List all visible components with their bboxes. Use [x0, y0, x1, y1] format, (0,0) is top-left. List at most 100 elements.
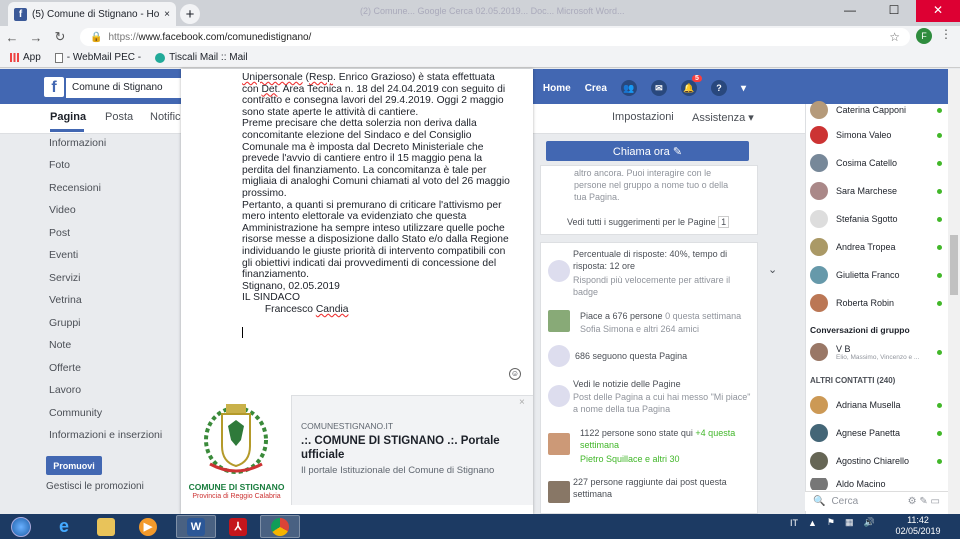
chat-contact[interactable]: Andrea Tropea: [810, 238, 942, 256]
group-chat[interactable]: V B Elio, Massimo, Vincenzo e ...: [810, 343, 942, 361]
left-nav-item[interactable]: Lavoro: [49, 384, 81, 396]
bookmark-star-icon[interactable]: ☆: [889, 30, 900, 44]
emoji-icon[interactable]: ☺: [509, 368, 521, 380]
close-tab-icon[interactable]: ×: [164, 9, 170, 20]
chat-contact[interactable]: Caterina Capponi: [810, 101, 942, 119]
acrobat-taskbar-button[interactable]: ⅄: [218, 515, 258, 538]
post-text-segment: Candia: [315, 303, 349, 315]
tab-notifiche[interactable]: Notific: [150, 111, 181, 123]
bookmark-webmail[interactable]: - WebMail PEC -: [54, 52, 141, 63]
chrome-taskbar-button[interactable]: [260, 515, 300, 538]
chat-contact[interactable]: Roberta Robin: [810, 294, 942, 312]
visits-week: +4 questa: [692, 428, 736, 438]
tab-impostazioni[interactable]: Impostazioni: [612, 111, 674, 123]
facebook-icon: f: [14, 7, 27, 21]
tab-assistenza[interactable]: Assistenza ▾: [692, 111, 754, 124]
back-icon[interactable]: ←: [0, 30, 24, 45]
text-caret: [242, 327, 243, 338]
online-dot: [937, 132, 942, 138]
windows-orb-icon: [11, 516, 31, 537]
nav-create[interactable]: Crea: [585, 83, 607, 94]
bookmark-tiscali[interactable]: Tiscali Mail :: Mail: [155, 52, 248, 63]
invite-text: persone nel gruppo a nome tuo o della: [574, 180, 729, 190]
url-input[interactable]: 🔒 https://www.facebook.com/comunedistign…: [80, 28, 910, 46]
chat-contact[interactable]: Agnese Panetta: [810, 424, 942, 442]
post-line: concomitante elezione del Sindaco e del …: [242, 130, 522, 142]
post-text-segment: migliaia di analoghi Comuni chiamati al …: [242, 176, 510, 188]
word-taskbar-button[interactable]: W: [176, 515, 216, 538]
close-preview-icon[interactable]: ×: [519, 397, 525, 408]
chat-contact[interactable]: Simona Valeo: [810, 126, 942, 144]
facebook-logo-icon[interactable]: f: [44, 77, 64, 97]
left-nav-item[interactable]: Foto: [49, 159, 70, 171]
promote-button[interactable]: Promuovi: [46, 456, 102, 475]
chat-contact[interactable]: Sara Marchese: [810, 182, 942, 200]
left-nav-item[interactable]: Informazioni e inserzioni: [49, 429, 162, 441]
notifications-icon[interactable]: 🔔 5: [680, 75, 702, 96]
messenger-icon[interactable]: ✉: [650, 80, 667, 96]
left-nav-item[interactable]: Offerte: [49, 362, 81, 374]
help-icon[interactable]: ?: [710, 80, 727, 96]
scrollbar-thumb[interactable]: [950, 235, 958, 295]
chat-contact[interactable]: Stefania Sgotto: [810, 210, 942, 228]
avatar: [810, 238, 828, 256]
manage-promotions-link[interactable]: Gestisci le promozioni: [46, 481, 144, 492]
chevron-down-icon[interactable]: ⌄: [768, 264, 777, 276]
tab-posta[interactable]: Posta: [105, 111, 133, 123]
suggestions-link[interactable]: Vedi tutti i suggerimenti per le Pagine …: [567, 216, 730, 228]
left-nav-item[interactable]: Vetrina: [49, 294, 82, 306]
network-icon[interactable]: ▦: [845, 517, 854, 528]
chat-contact[interactable]: Adriana Musella: [810, 396, 942, 414]
avatar: [810, 343, 828, 361]
ie-taskbar-button[interactable]: e: [44, 515, 84, 538]
explorer-taskbar-button[interactable]: [86, 515, 126, 538]
contact-name: Andrea Tropea: [836, 242, 896, 252]
forward-icon[interactable]: →: [24, 30, 48, 45]
reload-icon[interactable]: ↻: [48, 29, 72, 45]
online-dot: [937, 107, 942, 113]
maximize-button[interactable]: ☐: [872, 0, 916, 22]
chat-settings-icons[interactable]: ⚙ ✎ ▭: [908, 496, 940, 507]
avatar: [810, 478, 828, 490]
chat-contact[interactable]: Cosima Catello: [810, 154, 942, 172]
left-nav-item[interactable]: Recensioni: [49, 182, 101, 194]
internet-explorer-icon: e: [58, 516, 69, 536]
friends-icon[interactable]: 👥: [620, 80, 637, 96]
tab-pagina[interactable]: Pagina: [50, 111, 86, 132]
menu-arrow-icon[interactable]: ▾: [741, 83, 746, 94]
left-nav-item[interactable]: Informazioni: [49, 137, 106, 149]
chat-search-input[interactable]: 🔍 Cerca ⚙ ✎ ▭: [805, 491, 948, 511]
post-line: Pertanto, a quanti si premurano di criti…: [242, 200, 522, 212]
post-text-editor[interactable]: Unipersonale (Resp. Enrico Grazioso) è s…: [242, 72, 522, 315]
minimize-button[interactable]: —: [828, 0, 872, 22]
left-nav-item[interactable]: Video: [49, 204, 76, 216]
chat-contact[interactable]: Aldo Macino: [810, 478, 942, 490]
browser-tab[interactable]: f (5) Comune di Stignano - Home ×: [8, 2, 176, 26]
menu-dots-icon[interactable]: ⋮: [940, 27, 952, 41]
left-nav-item[interactable]: Post: [49, 227, 70, 239]
liked-pages-link[interactable]: Vedi le notizie delle Pagine: [573, 378, 681, 390]
left-nav-item[interactable]: Servizi: [49, 272, 81, 284]
new-tab-button[interactable]: +: [180, 4, 200, 24]
contact-name: Agostino Chiarello: [836, 456, 910, 466]
nav-home[interactable]: Home: [543, 83, 571, 94]
left-nav-item[interactable]: Community: [49, 407, 102, 419]
flag-icon[interactable]: ⚑: [827, 517, 835, 528]
chat-contact[interactable]: Agostino Chiarello: [810, 452, 942, 470]
left-nav-item[interactable]: Eventi: [49, 249, 78, 261]
profile-avatar[interactable]: F: [916, 28, 932, 44]
facebook-search-input[interactable]: Comune di Stignano: [66, 78, 186, 98]
bookmark-apps[interactable]: App: [10, 52, 41, 63]
language-indicator[interactable]: IT: [790, 518, 798, 528]
left-nav-item[interactable]: Note: [49, 339, 71, 351]
online-dot: [937, 402, 942, 408]
start-button[interactable]: [3, 514, 39, 539]
clock[interactable]: 11:42 02/05/2019: [893, 515, 943, 537]
left-nav-item[interactable]: Gruppi: [49, 317, 81, 329]
close-window-button[interactable]: ✕: [916, 0, 960, 22]
media-taskbar-button[interactable]: ▶: [128, 515, 168, 538]
call-now-button[interactable]: Chiama ora ✎: [546, 141, 749, 161]
show-hidden-icon[interactable]: ▲: [808, 518, 817, 528]
volume-icon[interactable]: 🔊: [864, 517, 875, 528]
chat-contact[interactable]: Giulietta Franco: [810, 266, 942, 284]
